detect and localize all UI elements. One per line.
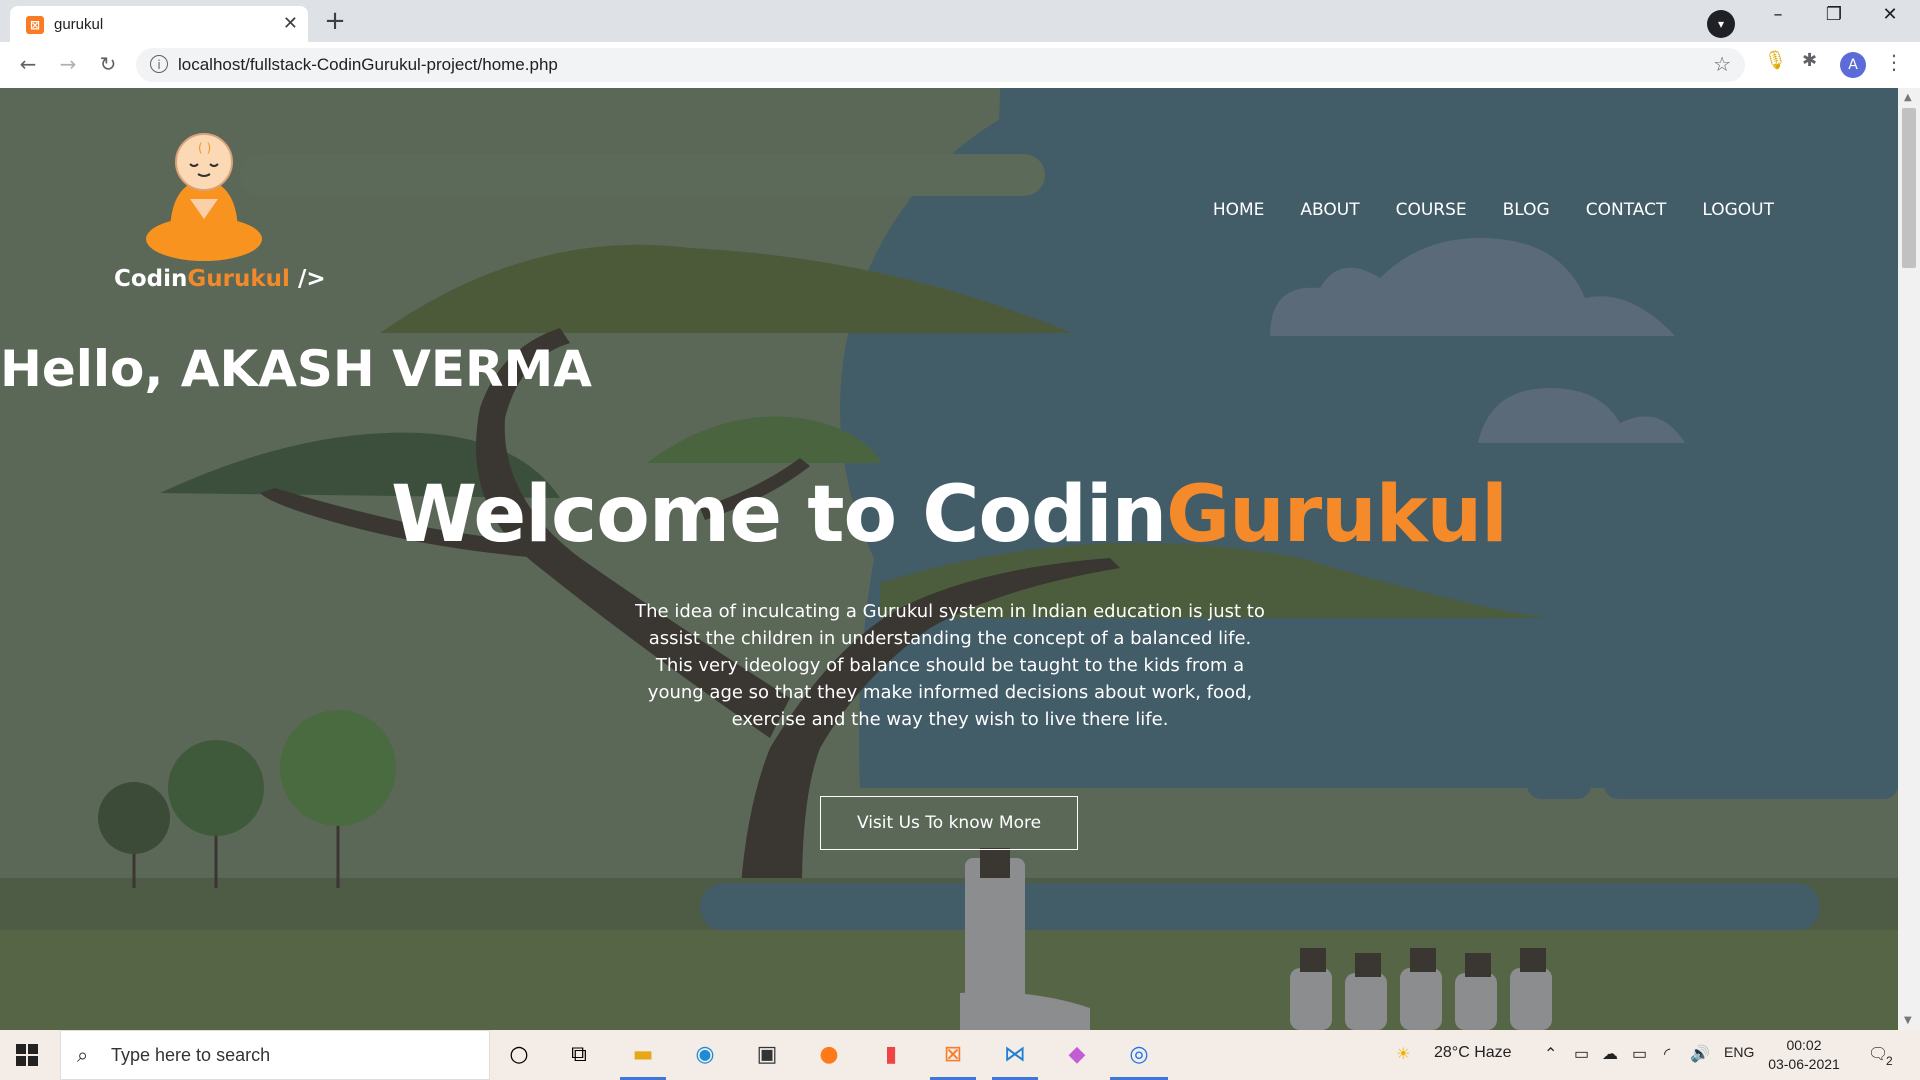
welcome-heading: Welcome to CodinGurukul [0,470,1898,560]
windows-taskbar: ⌕ Type here to search ○ ⧉ ▬ ◉ ▣ ● ▮ ⊠ ⋈ … [0,1030,1920,1080]
windows-start-icon[interactable] [16,1044,38,1066]
cortana-icon[interactable]: ○ [502,1040,536,1070]
meet-icon[interactable]: ▭ [1574,1044,1589,1064]
nav-home[interactable]: HOME [1213,200,1265,220]
visit-us-button[interactable]: Visit Us To know More [820,796,1078,850]
back-button[interactable]: ← [14,52,42,76]
restore-button[interactable]: ❐ [1814,4,1854,25]
nav-course[interactable]: COURSE [1396,200,1467,220]
menu-kebab-icon[interactable]: ⋮ [1884,50,1904,74]
bookmark-star-icon[interactable]: ☆ [1713,52,1731,76]
minimize-button[interactable]: – [1758,4,1798,25]
xampp-taskbar-icon[interactable]: ⊠ [936,1040,970,1070]
taskbar-search-box[interactable]: ⌕ Type here to search [60,1030,490,1080]
brand-part1: Codin [114,266,188,292]
tray-chevron-icon[interactable]: ⌃ [1544,1044,1557,1064]
nav-about[interactable]: ABOUT [1300,200,1359,220]
language-indicator[interactable]: ENG [1724,1044,1754,1060]
profile-avatar[interactable]: A [1840,52,1866,78]
weather-icon[interactable]: ☀ [1396,1044,1410,1064]
vscode-icon[interactable]: ⋈ [998,1040,1032,1070]
office-icon[interactable]: ▮ [874,1040,908,1070]
hero-description: The idea of inculcating a Gurukul system… [635,601,1265,730]
brand-part2: Gurukul [187,266,290,292]
system-clock[interactable]: 00:02 03-06-2021 [1764,1036,1844,1074]
tab-search-button[interactable]: ▾ [1707,10,1735,38]
store-icon[interactable]: ▣ [750,1040,784,1070]
nav-contact[interactable]: CONTACT [1586,200,1667,220]
new-tab-button[interactable]: + [318,6,352,38]
scroll-up-icon[interactable]: ▲ [1904,92,1912,103]
nav-logout[interactable]: LOGOUT [1702,200,1774,220]
volume-icon[interactable]: 🔊 [1690,1044,1710,1064]
wifi-icon[interactable]: ◜ [1664,1044,1670,1064]
page-scrollbar[interactable]: ▲ ▼ [1898,88,1920,1030]
page-viewport: ( ) CodinGurukul /> HOME ABOUT COURSE BL… [0,88,1898,1030]
chrome-icon[interactable]: ◎ [1122,1040,1156,1070]
clock-date: 03-06-2021 [1768,1056,1840,1072]
greeting-heading: Hello, AKASH VERMA [0,340,592,398]
welcome-prefix: Welcome to Codin [391,470,1167,560]
main-nav: HOME ABOUT COURSE BLOG CONTACT LOGOUT [1213,200,1774,220]
browser-toolbar: ← → ↻ i localhost/fullstack-CodinGurukul… [0,42,1920,89]
onedrive-icon[interactable]: ☁ [1602,1044,1618,1064]
paint-app-icon[interactable]: ◆ [1060,1040,1094,1070]
battery-icon[interactable]: ▭ [1632,1044,1647,1064]
search-icon: ⌕ [77,1043,89,1067]
scroll-thumb[interactable] [1902,108,1916,268]
reload-button[interactable]: ↻ [94,52,122,76]
close-tab-icon[interactable]: ✕ [283,13,298,34]
address-bar[interactable]: i localhost/fullstack-CodinGurukul-proje… [136,48,1745,82]
task-view-icon[interactable]: ⧉ [562,1040,596,1070]
welcome-accent: Gurukul [1166,470,1508,560]
browser-tab-strip: ⊠ gurukul ✕ + ▾ – ❐ ✕ [0,0,1920,42]
url-text[interactable]: localhost/fullstack-CodinGurukul-project… [178,55,558,75]
clock-time: 00:02 [1786,1037,1822,1053]
browser-tab[interactable]: ⊠ gurukul ✕ [10,6,308,42]
forward-button[interactable]: → [54,52,82,76]
close-window-button[interactable]: ✕ [1870,4,1910,25]
xampp-icon: ⊠ [26,16,44,34]
firefox-icon[interactable]: ● [812,1040,846,1070]
info-icon[interactable]: i [150,55,168,73]
codingurukul-logo[interactable]: ( ) [140,124,340,274]
svg-text:( ): ( ) [198,141,211,155]
brand-wordmark[interactable]: CodinGurukul /> [114,266,326,292]
notification-count: 2 [1886,1054,1893,1068]
file-explorer-icon[interactable]: ▬ [626,1040,660,1070]
edge-icon[interactable]: ◉ [688,1040,722,1070]
extension-icon[interactable]: 🎙 [1764,50,1787,71]
nav-blog[interactable]: BLOG [1503,200,1550,220]
scroll-down-icon[interactable]: ▼ [1904,1015,1912,1026]
tab-title: gurukul [54,16,104,33]
search-placeholder[interactable]: Type here to search [111,1045,270,1066]
weather-text[interactable]: 28°C Haze [1434,1044,1512,1062]
extensions-puzzle-icon[interactable]: ✱ [1802,50,1817,71]
brand-part3: /> [289,266,326,292]
